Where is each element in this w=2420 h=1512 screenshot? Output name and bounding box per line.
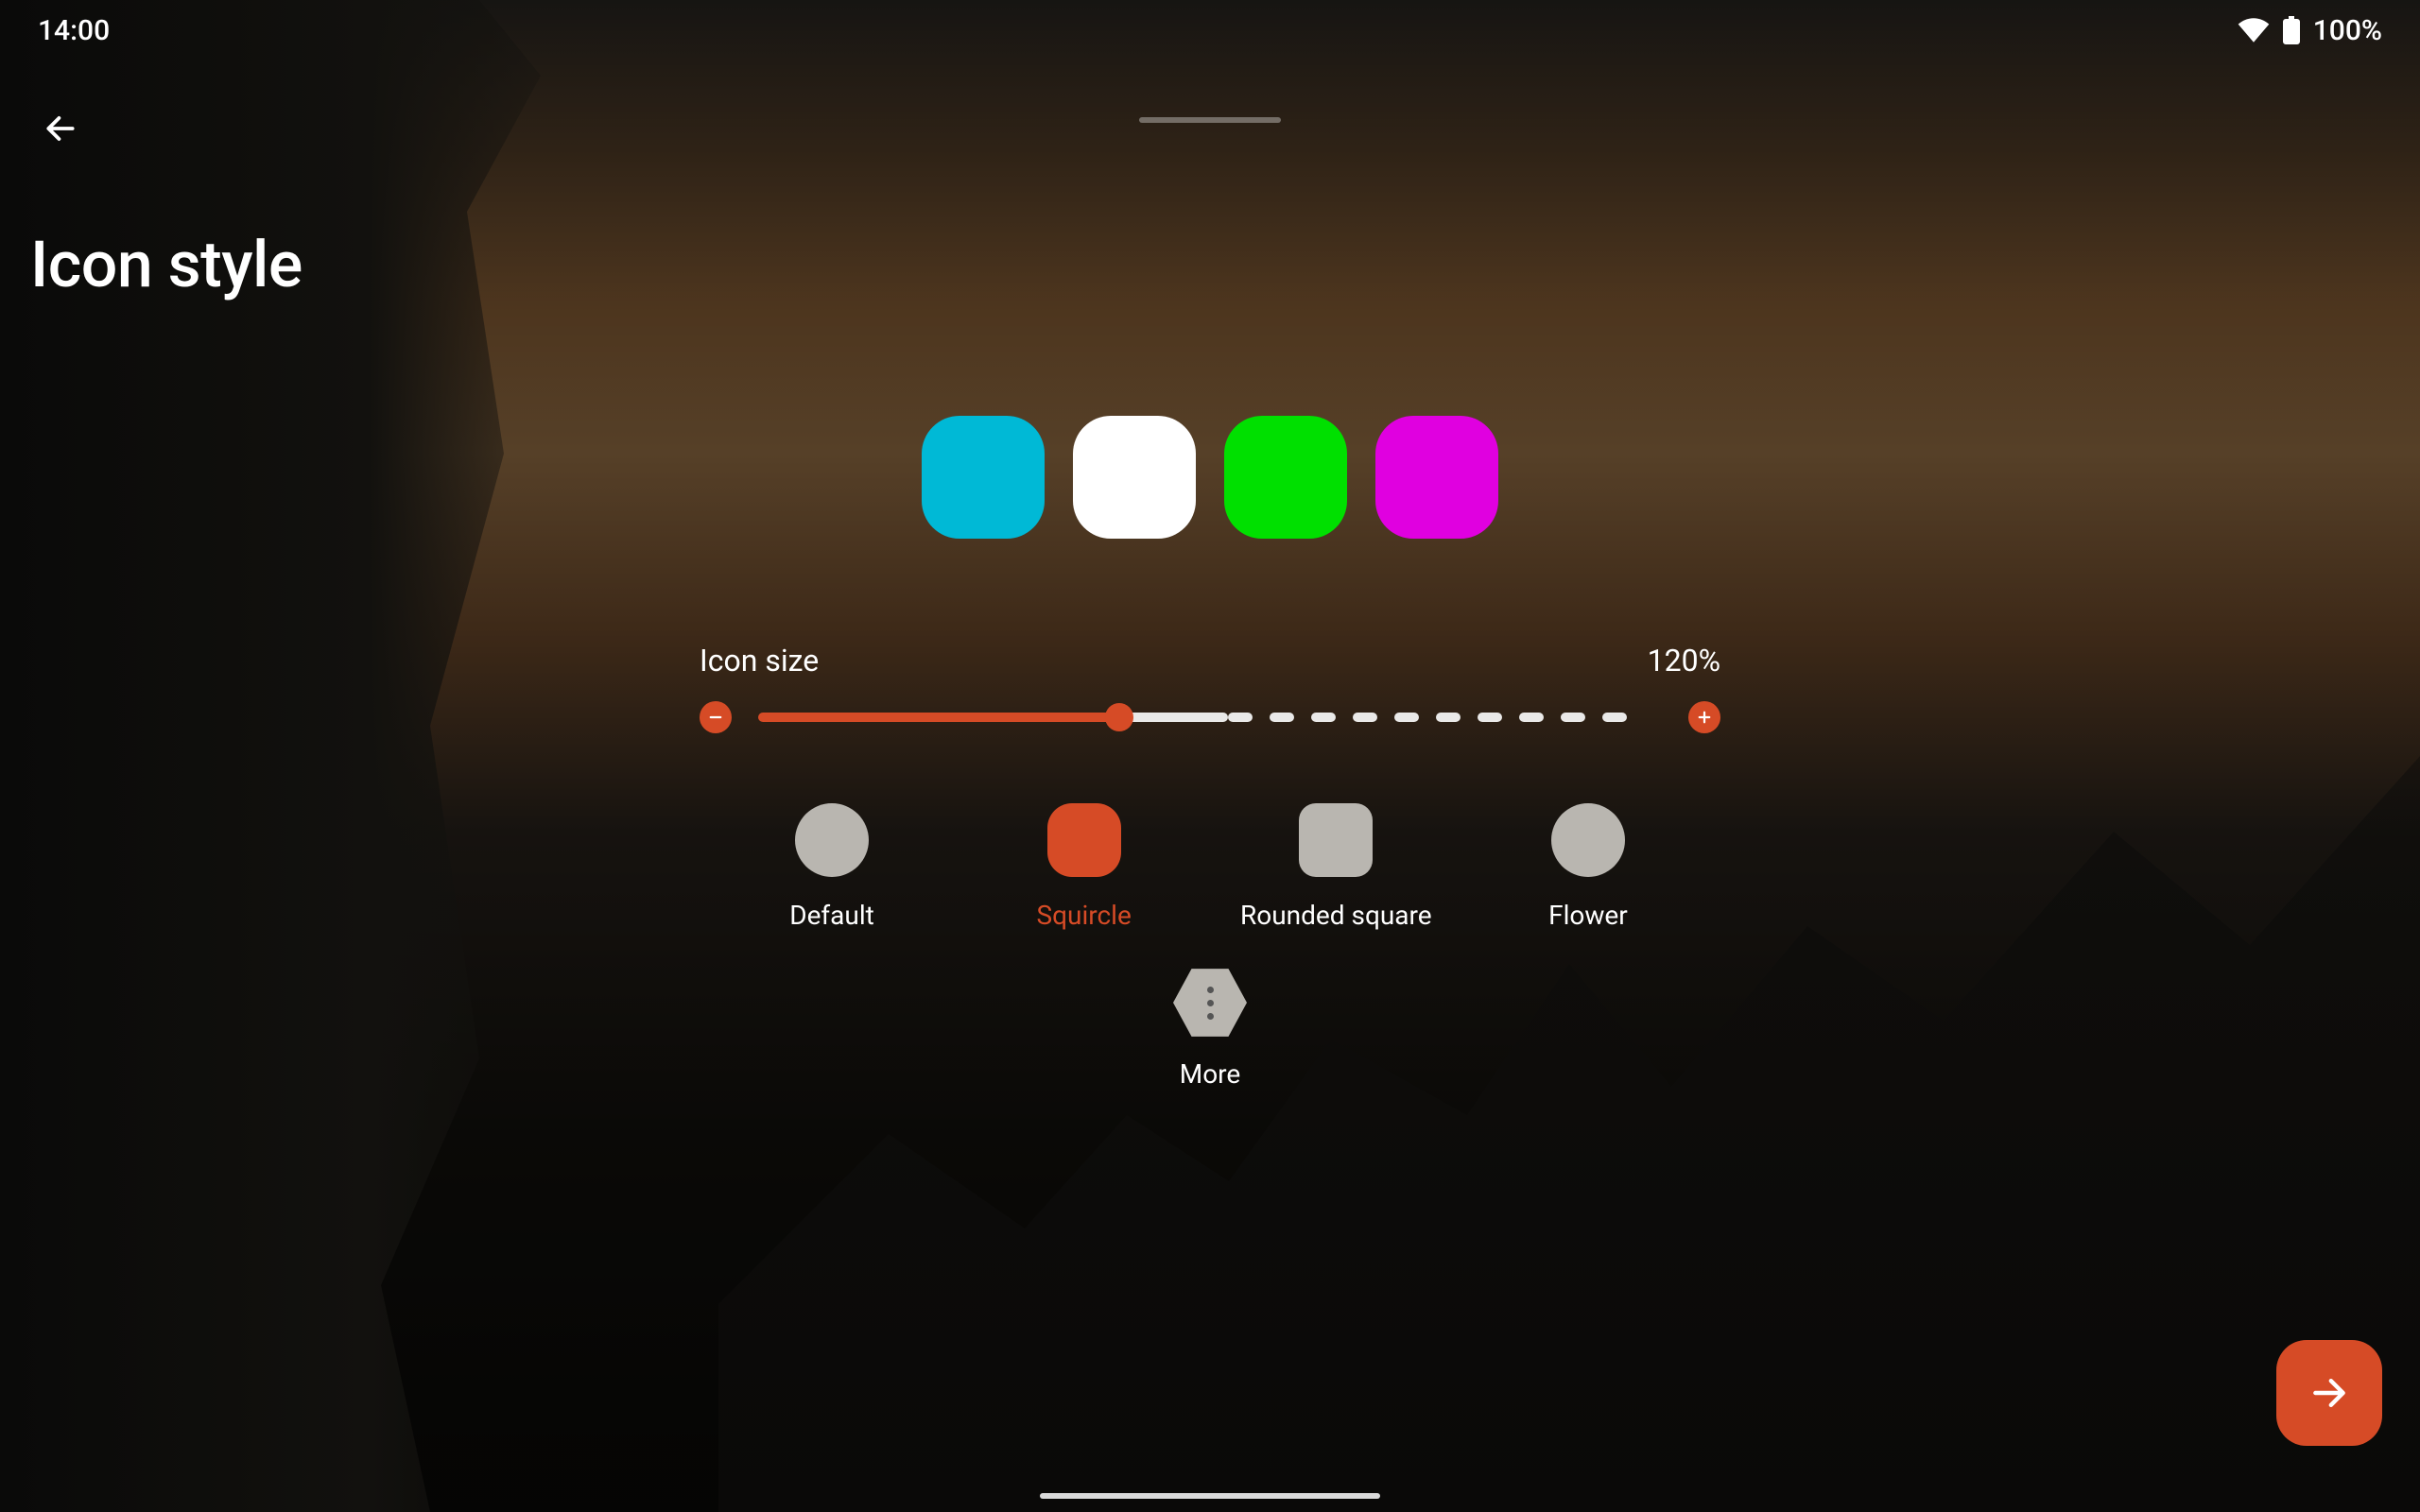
battery-icon [2283,16,2300,44]
icon-size-section: Icon size 120% [700,643,1720,733]
status-time: 14:00 [38,14,110,47]
shape-options: Default Squircle Rounded square Flower [718,803,1702,931]
plus-icon [1696,709,1713,726]
more-vert-icon [1207,987,1214,1020]
shape-option-squircle[interactable]: Squircle [971,803,1198,931]
preview-icon [1073,416,1196,539]
more-label: More [1180,1058,1241,1090]
slider-remaining [1119,713,1228,722]
rounded-square-icon [1299,803,1373,877]
shape-label: Default [789,900,874,931]
increase-button[interactable] [1688,701,1720,733]
page-title: Icon style [30,227,302,302]
shape-label: Squircle [1036,900,1131,931]
shape-option-flower[interactable]: Flower [1475,803,1702,931]
wifi-icon [2238,18,2270,43]
hexagon-icon [1173,966,1247,1040]
gesture-bar[interactable] [1040,1493,1380,1499]
shape-option-rounded-square[interactable]: Rounded square [1222,803,1449,931]
slider-thumb[interactable] [1105,703,1133,731]
decrease-button[interactable] [700,701,732,733]
preview-icon [922,416,1045,539]
arrow-right-icon [2308,1372,2350,1414]
shape-option-more[interactable]: More [1173,966,1247,1090]
icon-size-label: Icon size [700,643,819,679]
circle-icon [795,803,869,877]
squircle-icon [1047,803,1121,877]
next-button[interactable] [2276,1340,2382,1446]
preview-icon [1375,416,1498,539]
back-button[interactable] [30,98,91,159]
icon-preview-row [922,416,1498,539]
flower-icon [1551,803,1625,877]
slider-fill [758,713,1119,722]
shape-option-default[interactable]: Default [718,803,945,931]
size-slider[interactable] [758,713,1662,722]
shape-label: Flower [1548,900,1628,931]
shape-label: Rounded square [1240,900,1432,931]
icon-size-value: 120% [1648,643,1720,679]
minus-icon [707,709,724,726]
slider-dashes [1228,713,1662,722]
status-bar: 14:00 100% [0,0,2420,60]
arrow-left-icon [43,111,78,146]
drag-handle[interactable] [1139,117,1281,123]
status-battery: 100% [2313,14,2382,47]
preview-icon [1224,416,1347,539]
